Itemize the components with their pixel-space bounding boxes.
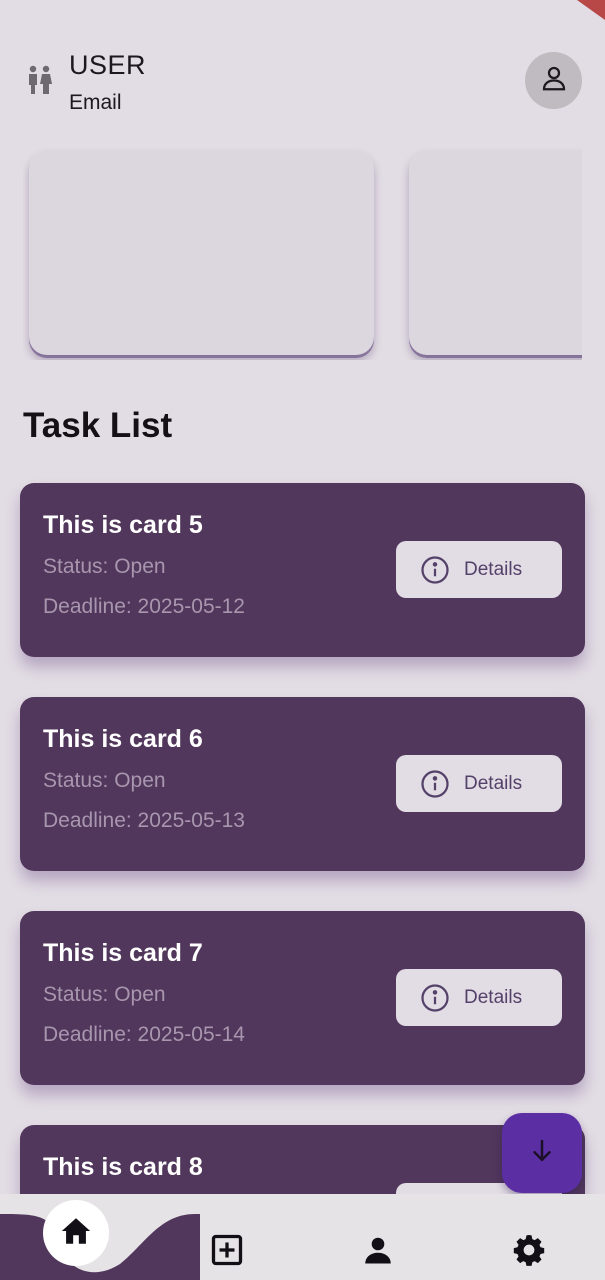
scroll-down-fab[interactable] — [502, 1113, 582, 1193]
task-deadline: Deadline: 2025-05-12 — [43, 595, 245, 618]
people-icon — [26, 64, 54, 96]
person-icon — [360, 1232, 396, 1273]
avatar-button[interactable] — [525, 52, 582, 109]
info-icon — [420, 555, 450, 585]
details-label: Details — [464, 558, 523, 580]
task-list-title: Task List — [23, 406, 173, 445]
task-status: Status: Open — [43, 983, 166, 1006]
info-icon — [420, 769, 450, 799]
person-outline-icon — [539, 63, 569, 98]
details-label: Details — [464, 986, 523, 1008]
task-status: Status: Open — [43, 555, 166, 578]
task-card[interactable]: This is card 5 Status: Open Deadline: 20… — [20, 483, 585, 657]
info-icon — [420, 983, 450, 1013]
nav-profile-button[interactable] — [358, 1232, 398, 1272]
user-name: USER — [69, 50, 147, 80]
add-box-icon — [209, 1232, 245, 1273]
task-title: This is card 6 — [43, 725, 203, 753]
details-button[interactable]: Details — [396, 755, 562, 812]
carousel-card[interactable] — [29, 150, 374, 355]
nav-settings-button[interactable] — [509, 1232, 549, 1272]
task-deadline: Deadline: 2025-05-14 — [43, 1023, 245, 1046]
home-icon — [59, 1214, 93, 1253]
arrow-down-icon — [527, 1136, 557, 1171]
details-button[interactable]: Details — [396, 541, 562, 598]
header: USER Email — [0, 0, 605, 140]
settings-gear-icon — [510, 1231, 548, 1274]
task-card[interactable]: This is card 7 Status: Open Deadline: 20… — [20, 911, 585, 1085]
task-title: This is card 5 — [43, 511, 203, 539]
task-title: This is card 8 — [43, 1153, 203, 1181]
task-status: Status: Open — [43, 769, 166, 792]
nav-home-button[interactable] — [43, 1200, 109, 1266]
user-email: Email — [69, 91, 122, 114]
details-label: Details — [464, 772, 523, 794]
nav-add-button[interactable] — [207, 1232, 247, 1272]
task-deadline: Deadline: 2025-05-13 — [43, 809, 245, 832]
carousel-card[interactable] — [409, 150, 582, 355]
task-card[interactable]: This is card 6 Status: Open Deadline: 20… — [20, 697, 585, 871]
task-title: This is card 7 — [43, 939, 203, 967]
details-button[interactable]: Details — [396, 969, 562, 1026]
carousel[interactable] — [23, 140, 582, 360]
